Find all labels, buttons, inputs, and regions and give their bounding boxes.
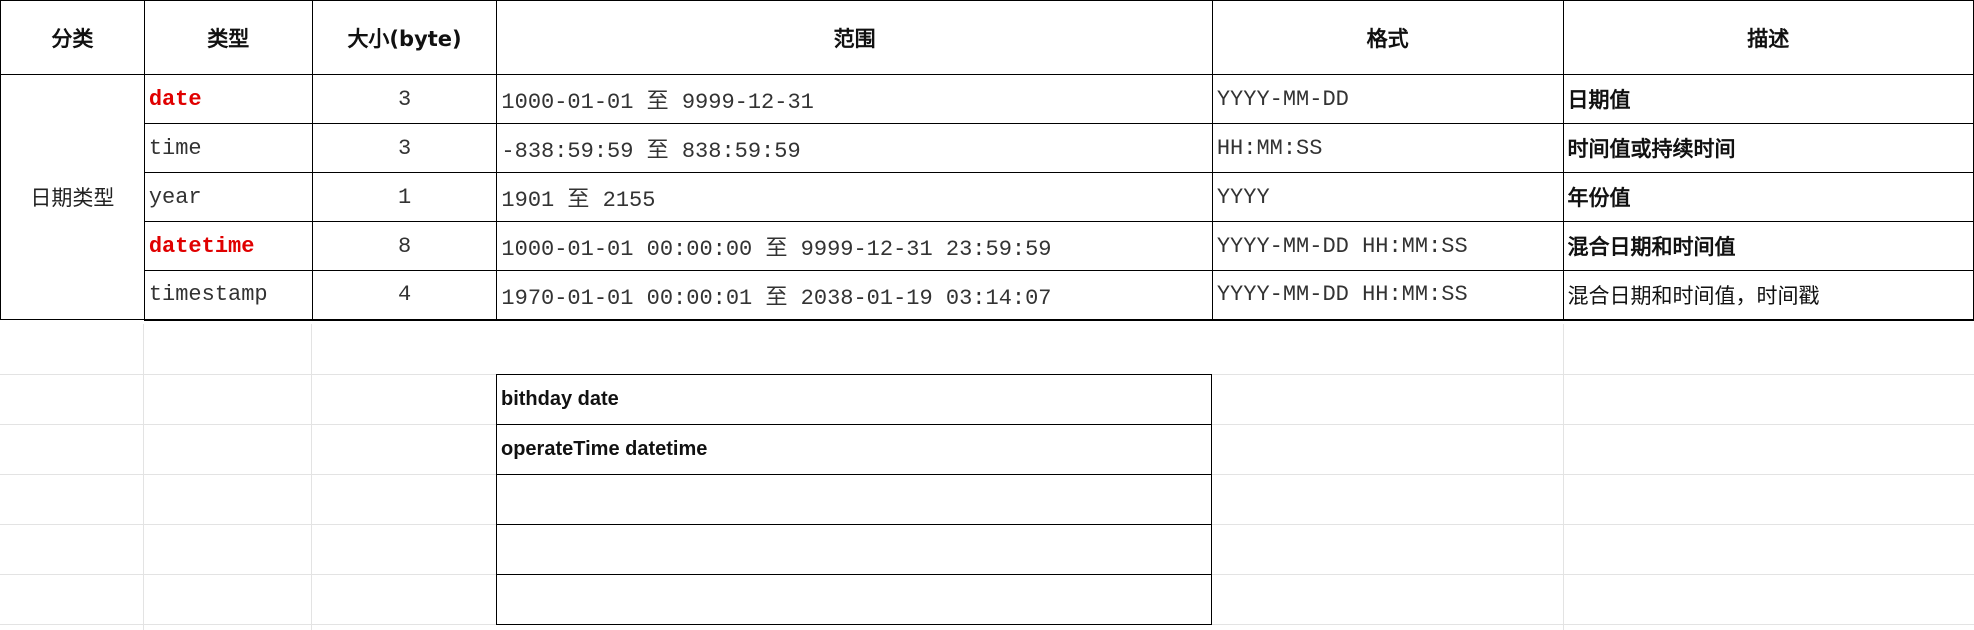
table-row: datetime 8 1000-01-01 00:00:00 至 9999-12… xyxy=(1,221,1974,271)
size-cell[interactable]: 8 xyxy=(311,221,498,271)
description-cell[interactable]: 时间值或持续时间 xyxy=(1562,123,1974,173)
table-row: year 1 1901 至 2155 YYYY 年份值 xyxy=(1,172,1974,222)
size-cell[interactable]: 4 xyxy=(311,270,498,321)
category-cell[interactable]: 日期类型 xyxy=(0,74,145,320)
header-row: 分类 类型 大小(byte) 范围 格式 描述 xyxy=(0,0,1974,75)
format-cell[interactable]: YYYY-MM-DD xyxy=(1211,74,1564,124)
size-cell[interactable]: 3 xyxy=(311,123,498,173)
notes-row: bithday date xyxy=(496,374,1212,425)
type-cell[interactable]: year xyxy=(143,172,313,222)
gridline xyxy=(311,324,312,630)
notes-row xyxy=(496,574,1212,625)
header-type[interactable]: 类型 xyxy=(143,0,313,75)
notes-cell[interactable]: bithday date xyxy=(496,374,1212,425)
gridline xyxy=(1563,324,1564,630)
format-cell[interactable]: YYYY xyxy=(1211,172,1564,222)
notes-cell[interactable]: operateTime datetime xyxy=(496,424,1212,475)
table-row: 日期类型 date 3 1000-01-01 至 9999-12-31 YYYY… xyxy=(0,74,1974,320)
range-cell[interactable]: 1000-01-01 00:00:00 至 9999-12-31 23:59:5… xyxy=(496,221,1213,271)
notes-row xyxy=(496,524,1212,575)
size-cell[interactable]: 1 xyxy=(311,172,498,222)
notes-cell[interactable] xyxy=(496,474,1212,525)
description-cell[interactable]: 混合日期和时间值，时间戳 xyxy=(1562,270,1974,321)
description-cell[interactable]: 年份值 xyxy=(1562,172,1974,222)
notes-table: bithday date operateTime datetime xyxy=(496,374,1212,625)
format-cell[interactable]: HH:MM:SS xyxy=(1211,123,1564,173)
range-cell[interactable]: -838:59:59 至 838:59:59 xyxy=(496,123,1213,173)
table-row: timestamp 4 1970-01-01 00:00:01 至 2038-0… xyxy=(1,270,1974,321)
size-cell[interactable]: 3 xyxy=(311,74,498,124)
description-cell[interactable]: 混合日期和时间值 xyxy=(1562,221,1974,271)
header-format[interactable]: 格式 xyxy=(1211,0,1564,75)
description-cell[interactable]: 日期值 xyxy=(1562,74,1974,124)
type-cell[interactable]: timestamp xyxy=(143,270,313,321)
range-cell[interactable]: 1970-01-01 00:00:01 至 2038-01-19 03:14:0… xyxy=(496,270,1213,321)
range-cell[interactable]: 1000-01-01 至 9999-12-31 xyxy=(496,74,1213,124)
range-cell[interactable]: 1901 至 2155 xyxy=(496,172,1213,222)
table-row: time 3 -838:59:59 至 838:59:59 HH:MM:SS 时… xyxy=(1,123,1974,173)
header-description[interactable]: 描述 xyxy=(1562,0,1974,75)
type-cell[interactable]: date xyxy=(143,74,313,124)
type-cell[interactable]: datetime xyxy=(143,221,313,271)
gridline xyxy=(143,324,144,630)
format-cell[interactable]: YYYY-MM-DD HH:MM:SS xyxy=(1211,221,1564,271)
type-cell[interactable]: time xyxy=(143,123,313,173)
data-types-table: 分类 类型 大小(byte) 范围 格式 描述 日期类型 date 3 1000… xyxy=(0,0,1974,321)
notes-cell[interactable] xyxy=(496,574,1212,625)
notes-row xyxy=(496,474,1212,525)
spreadsheet: 分类 类型 大小(byte) 范围 格式 描述 日期类型 date 3 1000… xyxy=(0,0,1974,630)
notes-cell[interactable] xyxy=(496,524,1212,575)
notes-row: operateTime datetime xyxy=(496,424,1212,475)
header-size[interactable]: 大小(byte) xyxy=(311,0,498,75)
header-category[interactable]: 分类 xyxy=(0,0,145,75)
header-range[interactable]: 范围 xyxy=(496,0,1213,75)
format-cell[interactable]: YYYY-MM-DD HH:MM:SS xyxy=(1211,270,1564,321)
